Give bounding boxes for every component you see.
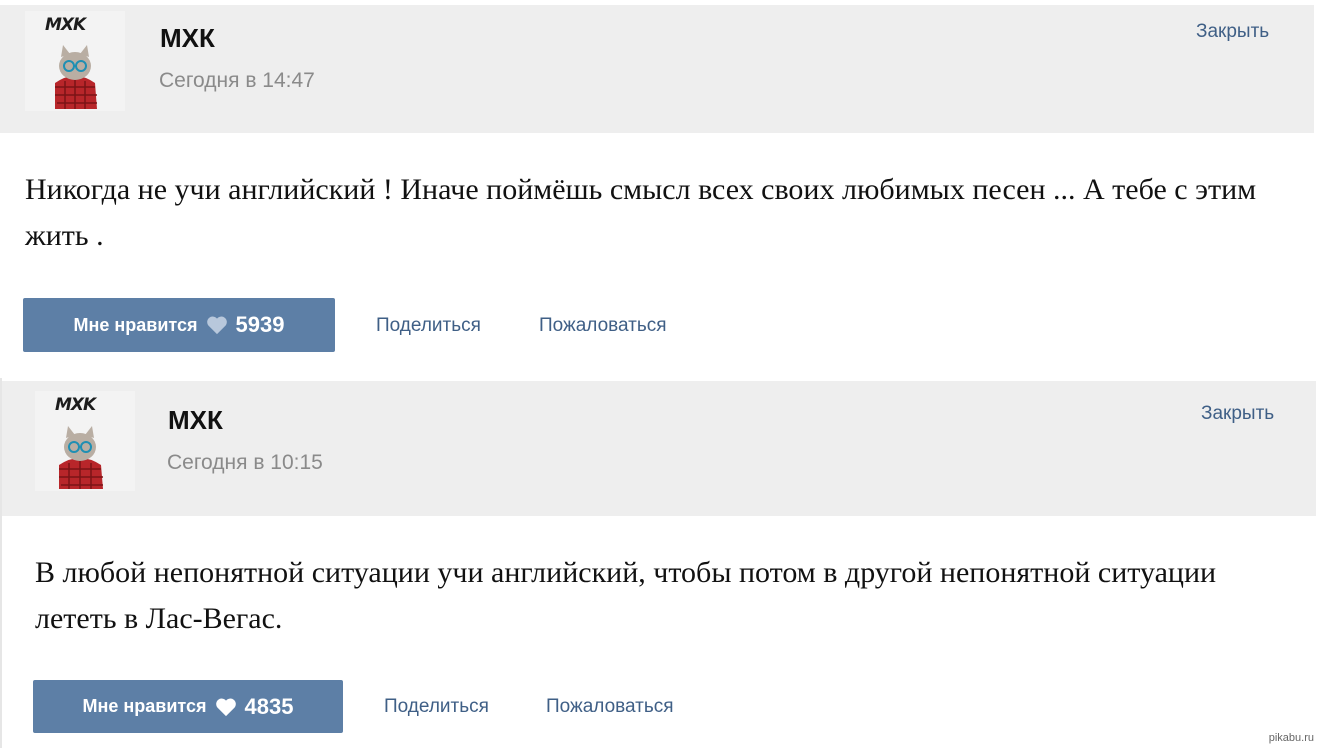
close-link[interactable]: Закрыть [1201, 403, 1274, 425]
like-button[interactable]: Мне нравится 4835 [33, 680, 343, 733]
like-label: Мне нравится [73, 314, 198, 335]
post-header: MXK МХК Сегодня в 14:47 Закрыть [0, 5, 1314, 133]
share-link[interactable]: Поделиться [384, 696, 489, 718]
close-link[interactable]: Закрыть [1196, 21, 1269, 43]
heart-icon [206, 316, 227, 335]
post-timestamp: Сегодня в 14:47 [159, 69, 315, 92]
cat-avatar-icon [59, 426, 103, 489]
author-name[interactable]: МХК [160, 23, 215, 54]
like-count: 4835 [244, 693, 294, 719]
like-label: Мне нравится [82, 696, 207, 716]
post-text: В любой непонятной ситуации учи английск… [35, 556, 1217, 635]
post-1: MXK МХК Сегодня в 14:47 Закрыть Никогда … [0, 0, 1320, 378]
post-text: Никогда не учи английский ! Иначе поймёш… [25, 173, 1257, 252]
cat-avatar-icon [55, 45, 97, 109]
share-link[interactable]: Поделиться [376, 315, 481, 337]
post-2: MXK МХК Сегодня в 10:15 Закрыть В любой … [0, 378, 1320, 748]
watermark: pikabu.ru [1268, 732, 1314, 744]
avatar[interactable]: MXK [35, 391, 135, 491]
avatar[interactable]: MXK [25, 11, 125, 111]
like-count: 5939 [235, 312, 285, 337]
post-header: MXK МХК Сегодня в 10:15 Закрыть [2, 381, 1316, 516]
like-button[interactable]: Мне нравится 5939 [23, 298, 335, 352]
author-name[interactable]: МХК [168, 405, 223, 436]
report-link[interactable]: Пожаловаться [539, 315, 667, 337]
post-timestamp: Сегодня в 10:15 [167, 451, 323, 474]
report-link[interactable]: Пожаловаться [546, 696, 674, 718]
heart-icon [215, 698, 236, 716]
